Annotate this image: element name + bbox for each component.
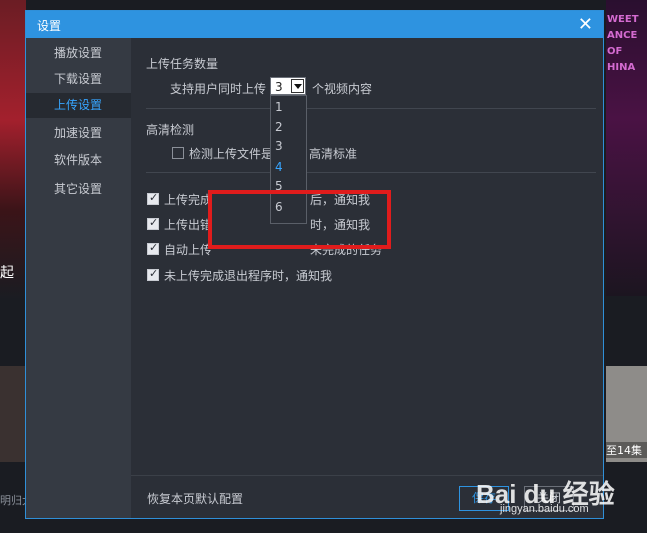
sidebar-item-download[interactable]: 下载设置 xyxy=(26,67,131,92)
dialog-titlebar[interactable]: 设置 ✕ xyxy=(26,11,603,38)
sidebar-item-upload[interactable]: 上传设置 xyxy=(26,93,131,118)
sidebar-item-acceleration[interactable]: 加速设置 xyxy=(26,121,131,146)
watermark-url: jingyan.baidu.com xyxy=(500,503,589,515)
upload-task-title: 上传任务数量 xyxy=(146,57,219,71)
dropdown-option-4[interactable]: 4 xyxy=(275,157,303,177)
sidebar-item-playback[interactable]: 播放设置 xyxy=(26,41,131,66)
notify-error-checkbox[interactable] xyxy=(147,216,159,230)
background-poster-right-text: WEET ANCE OF HINA xyxy=(607,14,639,73)
dialog-title: 设置 xyxy=(37,19,62,33)
settings-sidebar: 播放设置 下载设置 上传设置 加速设置 软件版本 其它设置 xyxy=(26,38,131,518)
concurrent-upload-value: 3 xyxy=(275,80,283,94)
notify-error-label-a: 上传出错 xyxy=(164,218,213,232)
notify-exit-label: 未上传完成退出程序时，通知我 xyxy=(164,269,333,283)
close-icon[interactable]: ✕ xyxy=(578,14,593,35)
section-divider xyxy=(146,108,596,109)
background-thumbnail-left[interactable] xyxy=(0,366,26,462)
dropdown-option-1[interactable]: 1 xyxy=(275,97,303,117)
background-caption-left: 明归大 xyxy=(0,494,26,507)
settings-dialog: 设置 ✕ 播放设置 下载设置 上传设置 加速设置 软件版本 其它设置 上传任务数… xyxy=(25,10,604,519)
section-divider xyxy=(146,172,596,173)
notify-complete-label-a: 上传完成 xyxy=(164,193,213,207)
dropdown-option-3[interactable]: 3 xyxy=(275,136,303,156)
hd-detect-checkbox[interactable] xyxy=(172,147,184,159)
hd-detect-label-b: 高清标准 xyxy=(309,147,358,161)
background-poster-left-text: 起 xyxy=(0,265,14,281)
notify-complete-checkbox[interactable] xyxy=(147,191,159,205)
auto-upload-label-a: 自动上传 xyxy=(164,243,213,257)
background-caption-right: 至14集 xyxy=(606,442,647,458)
notify-exit-checkbox[interactable] xyxy=(147,267,159,281)
hd-detect-label-a: 检测上传文件是 xyxy=(189,147,274,161)
settings-content: 上传任务数量 支持用户同时上传 3 个视频内容 高清检测 检测上传文件是 高清标… xyxy=(131,38,603,518)
hd-detect-title: 高清检测 xyxy=(146,123,195,137)
auto-upload-checkbox[interactable] xyxy=(147,241,159,255)
annotation-highlight-box xyxy=(208,190,391,249)
dropdown-option-2[interactable]: 2 xyxy=(275,117,303,137)
concurrent-upload-suffix: 个视频内容 xyxy=(312,82,373,96)
background-poster-left xyxy=(0,0,26,300)
chevron-down-icon[interactable] xyxy=(291,79,304,93)
concurrent-upload-select[interactable]: 3 xyxy=(270,77,306,95)
concurrent-upload-prefix: 支持用户同时上传 xyxy=(170,82,267,96)
restore-defaults-link[interactable]: 恢复本页默认配置 xyxy=(147,490,243,507)
sidebar-item-other[interactable]: 其它设置 xyxy=(26,177,131,202)
sidebar-item-version[interactable]: 软件版本 xyxy=(26,148,131,173)
